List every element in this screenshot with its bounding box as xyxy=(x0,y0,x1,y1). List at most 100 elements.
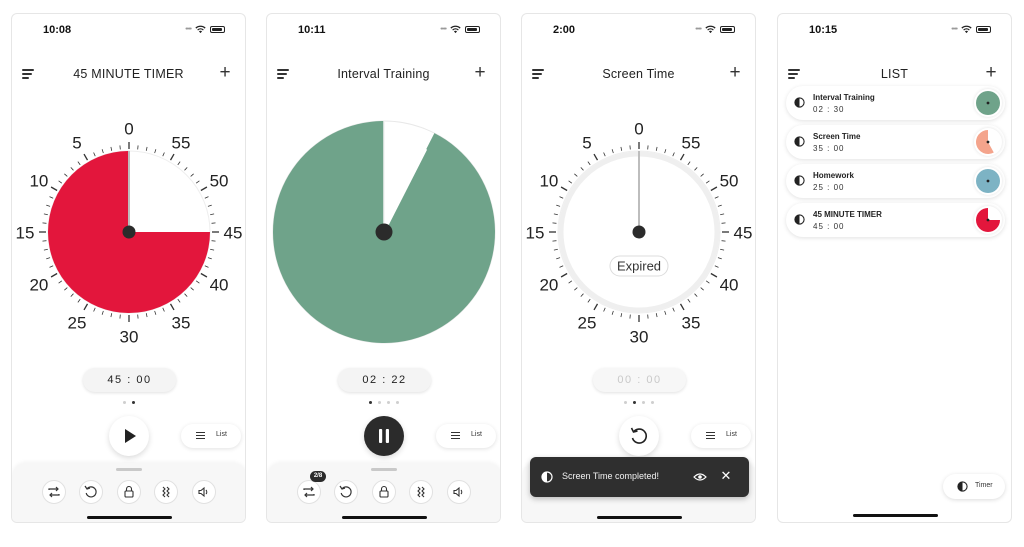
restart-button[interactable] xyxy=(79,480,103,504)
restart-icon xyxy=(84,485,97,498)
status-icons: •••• xyxy=(185,25,225,34)
dial-minor-tick xyxy=(101,149,104,154)
dial-minor-tick xyxy=(687,298,691,303)
dial-number-label: 15 xyxy=(526,224,545,243)
status-time: 10:11 xyxy=(298,24,326,36)
dial-number-label: 35 xyxy=(682,314,701,333)
menu-icon[interactable] xyxy=(532,68,546,80)
dial-minor-tick xyxy=(717,204,722,207)
list-item[interactable]: Screen Time 35 : 00 xyxy=(786,125,1005,159)
menu-icon[interactable] xyxy=(788,68,802,80)
time-display[interactable]: 45 : 00 xyxy=(83,368,176,392)
dial-major-tick xyxy=(679,303,685,311)
dial-minor-tick xyxy=(580,167,584,171)
dial-minor-tick xyxy=(184,293,188,297)
repeat-icon xyxy=(48,486,60,498)
status-bar: 2:00 •••• xyxy=(522,14,755,44)
mini-dial xyxy=(974,128,1002,156)
list-icon xyxy=(706,432,717,440)
dial-minor-tick xyxy=(672,307,675,312)
dial-minor-tick xyxy=(620,146,623,151)
list-item[interactable]: 45 MINUTE TIMER 45 : 00 xyxy=(786,203,1005,237)
dial-major-tick xyxy=(50,272,58,278)
restart-button[interactable] xyxy=(334,480,358,504)
add-timer-button[interactable]: + xyxy=(470,62,490,84)
dial-minor-tick xyxy=(568,280,573,284)
dial-major-tick xyxy=(83,303,89,311)
timer-icon xyxy=(794,136,805,147)
sound-button[interactable] xyxy=(192,480,216,504)
dial-minor-tick xyxy=(145,146,148,151)
status-icons: •••• xyxy=(951,25,991,34)
list-item[interactable]: Interval Training 02 : 30 xyxy=(786,86,1005,120)
dial-minor-tick xyxy=(49,196,54,199)
lock-button[interactable] xyxy=(117,480,141,504)
mini-dial-center xyxy=(986,218,990,222)
dial-major-tick xyxy=(560,186,568,192)
dial-minor-tick xyxy=(43,248,48,251)
view-icon[interactable] xyxy=(693,470,707,484)
dial-minor-tick xyxy=(717,257,722,260)
dial-minor-tick xyxy=(553,248,558,251)
vibrate-button[interactable] xyxy=(409,480,433,504)
sheet-handle[interactable] xyxy=(116,468,142,471)
dial-minor-tick xyxy=(70,293,74,297)
time-display[interactable]: 00 : 00 xyxy=(593,368,686,392)
mini-dial xyxy=(974,206,1002,234)
repeat-button[interactable]: 2/8 xyxy=(297,471,326,504)
list-item[interactable]: Homework 25 : 00 xyxy=(786,164,1005,198)
dial-minor-tick xyxy=(210,213,215,216)
dial-minor-tick xyxy=(184,167,188,171)
sheet-handle[interactable] xyxy=(371,468,397,471)
dial-minor-tick xyxy=(568,180,573,184)
mini-dial-center xyxy=(986,179,990,183)
page-indicator[interactable] xyxy=(12,401,245,404)
dial-minor-tick xyxy=(720,213,725,216)
timer-dial[interactable] xyxy=(267,102,500,362)
dial-minor-tick xyxy=(77,298,81,303)
menu-icon[interactable] xyxy=(22,68,36,80)
page-indicator[interactable] xyxy=(522,401,755,404)
reset-icon xyxy=(630,427,647,444)
wifi-icon xyxy=(961,25,972,34)
timer-dial[interactable]: 0 5 10 15 20 25 30 35 40 45 50 55 xyxy=(12,102,245,362)
dial-minor-tick xyxy=(556,257,561,260)
add-timer-button[interactable]: + xyxy=(215,62,235,84)
timer-dial[interactable]: 0 5 10 15 20 25 30 35 40 45 50 55 Expired xyxy=(522,102,755,362)
close-icon[interactable]: ✕ xyxy=(718,468,734,484)
battery-icon xyxy=(976,26,991,33)
menu-icon[interactable] xyxy=(277,68,291,80)
nav-bar: 45 MINUTE TIMER + xyxy=(12,62,245,88)
dial-minor-tick xyxy=(77,161,81,166)
page-dot xyxy=(650,401,654,404)
page-dot xyxy=(623,401,627,404)
dial-minor-tick xyxy=(694,167,698,171)
pause-button[interactable] xyxy=(364,416,404,456)
list-button[interactable]: List xyxy=(691,424,751,448)
dial-number-label: 55 xyxy=(682,133,701,152)
dial-minor-tick xyxy=(655,146,658,151)
vibrate-button[interactable] xyxy=(154,480,178,504)
sound-button[interactable] xyxy=(447,480,471,504)
play-button[interactable] xyxy=(109,416,149,456)
dial-minor-tick xyxy=(207,257,212,260)
page-dot xyxy=(395,401,399,404)
time-display[interactable]: 02 : 22 xyxy=(338,368,431,392)
list-button[interactable]: List xyxy=(181,424,241,448)
dial-minor-tick xyxy=(611,310,614,315)
dial-minor-tick xyxy=(672,152,675,157)
timer-button[interactable]: Timer xyxy=(943,474,1005,499)
dial-number-label: 50 xyxy=(720,172,739,191)
lock-button[interactable] xyxy=(372,480,396,504)
dial-minor-tick xyxy=(611,149,614,154)
reset-button[interactable] xyxy=(619,416,659,456)
list-button[interactable]: List xyxy=(436,424,496,448)
signal-icon: •••• xyxy=(695,26,702,33)
repeat-button[interactable] xyxy=(42,480,66,504)
page-title: Screen Time xyxy=(602,67,675,81)
add-timer-button[interactable]: + xyxy=(981,62,1001,84)
dial-minor-tick xyxy=(64,287,68,291)
page-indicator[interactable] xyxy=(267,401,500,404)
add-timer-button[interactable]: + xyxy=(725,62,745,84)
dial-minor-tick xyxy=(714,265,719,268)
